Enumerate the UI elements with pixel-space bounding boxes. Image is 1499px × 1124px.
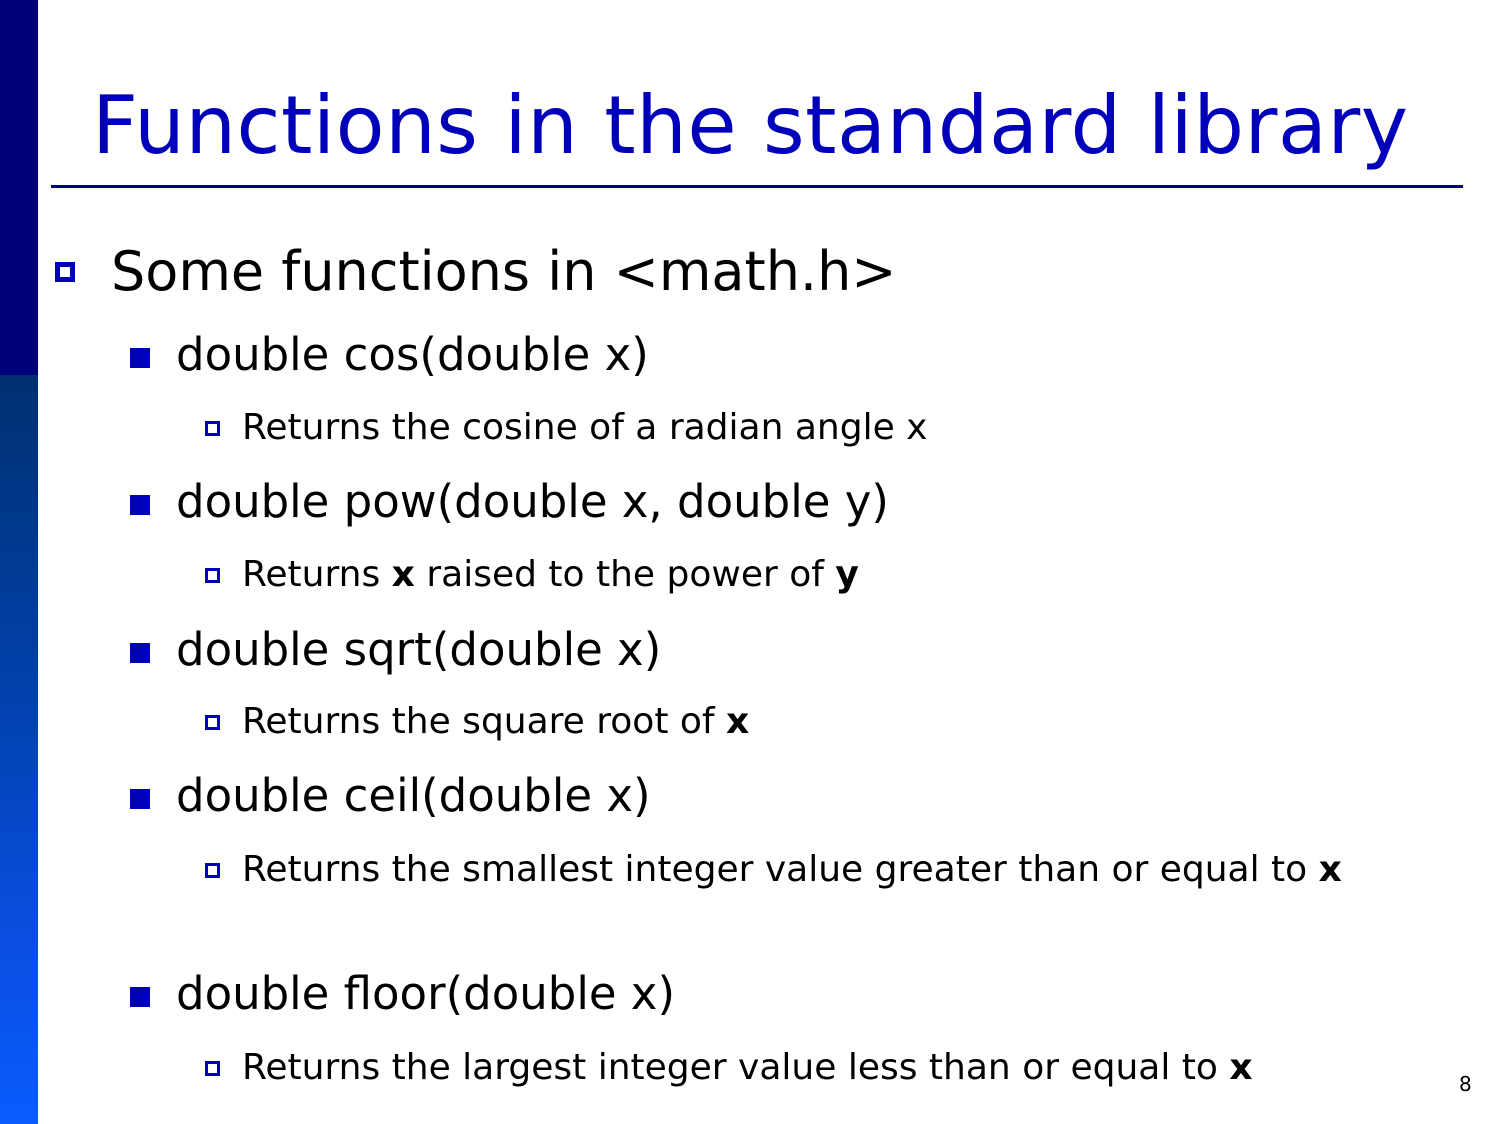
signature-text: double pow(double x, double y)	[176, 475, 889, 528]
solid-square-bullet-icon	[130, 987, 150, 1007]
bold-variable: x	[391, 554, 415, 595]
hollow-square-bullet-icon	[205, 863, 220, 878]
description-text: Returns the cosine of a radian angle x	[242, 407, 928, 448]
solid-square-bullet-icon	[130, 495, 150, 515]
solid-square-bullet-icon	[130, 789, 150, 809]
bullet-level1: Some functions in <math.h>	[55, 240, 897, 304]
hollow-square-bullet-icon	[205, 421, 220, 436]
function-description: Returns the smallest integer value great…	[205, 846, 1435, 894]
description-text: Returns the square root of	[242, 701, 727, 742]
signature-text: double cos(double x)	[176, 328, 649, 381]
description-text: Returns the largest integer value less t…	[242, 1047, 1230, 1088]
function-signature: double sqrt(double x)	[130, 623, 661, 677]
solid-square-bullet-icon	[130, 348, 150, 368]
function-signature: double ceil(double x)	[130, 769, 651, 823]
function-description: Returns the cosine of a radian angle x	[205, 404, 1435, 452]
hollow-square-bullet-icon	[205, 1061, 220, 1076]
function-signature: double floor(double x)	[130, 967, 675, 1021]
function-signature: double pow(double x, double y)	[130, 475, 889, 529]
description-text: raised to the power of	[414, 554, 836, 595]
function-description: Returns x raised to the power of y	[205, 551, 1435, 599]
description-text: Returns the smallest integer value great…	[242, 849, 1319, 890]
description-text: Returns	[242, 554, 392, 595]
slide-title: Functions in the standard library	[92, 79, 1409, 172]
sidebar-bar-top	[0, 0, 38, 375]
function-signature: double cos(double x)	[130, 328, 649, 382]
signature-text: double floor(double x)	[176, 967, 675, 1020]
sidebar-bar-gradient	[0, 375, 38, 1124]
bullet-text: Some functions in <math.h>	[111, 240, 897, 303]
bold-variable: x	[1318, 849, 1342, 890]
signature-text: double sqrt(double x)	[176, 623, 662, 676]
bold-variable: x	[726, 701, 750, 742]
title-underline	[51, 185, 1463, 188]
page-number: 8	[1459, 1072, 1472, 1096]
bold-variable: x	[1229, 1047, 1253, 1088]
hollow-square-bullet-icon	[205, 715, 220, 730]
signature-text: double ceil(double x)	[176, 769, 651, 822]
function-description: Returns the largest integer value less t…	[205, 1044, 1435, 1092]
hollow-square-bullet-icon	[55, 262, 75, 282]
function-description: Returns the square root of x	[205, 698, 1435, 746]
hollow-square-bullet-icon	[205, 568, 220, 583]
solid-square-bullet-icon	[130, 643, 150, 663]
bold-variable: y	[835, 554, 859, 595]
